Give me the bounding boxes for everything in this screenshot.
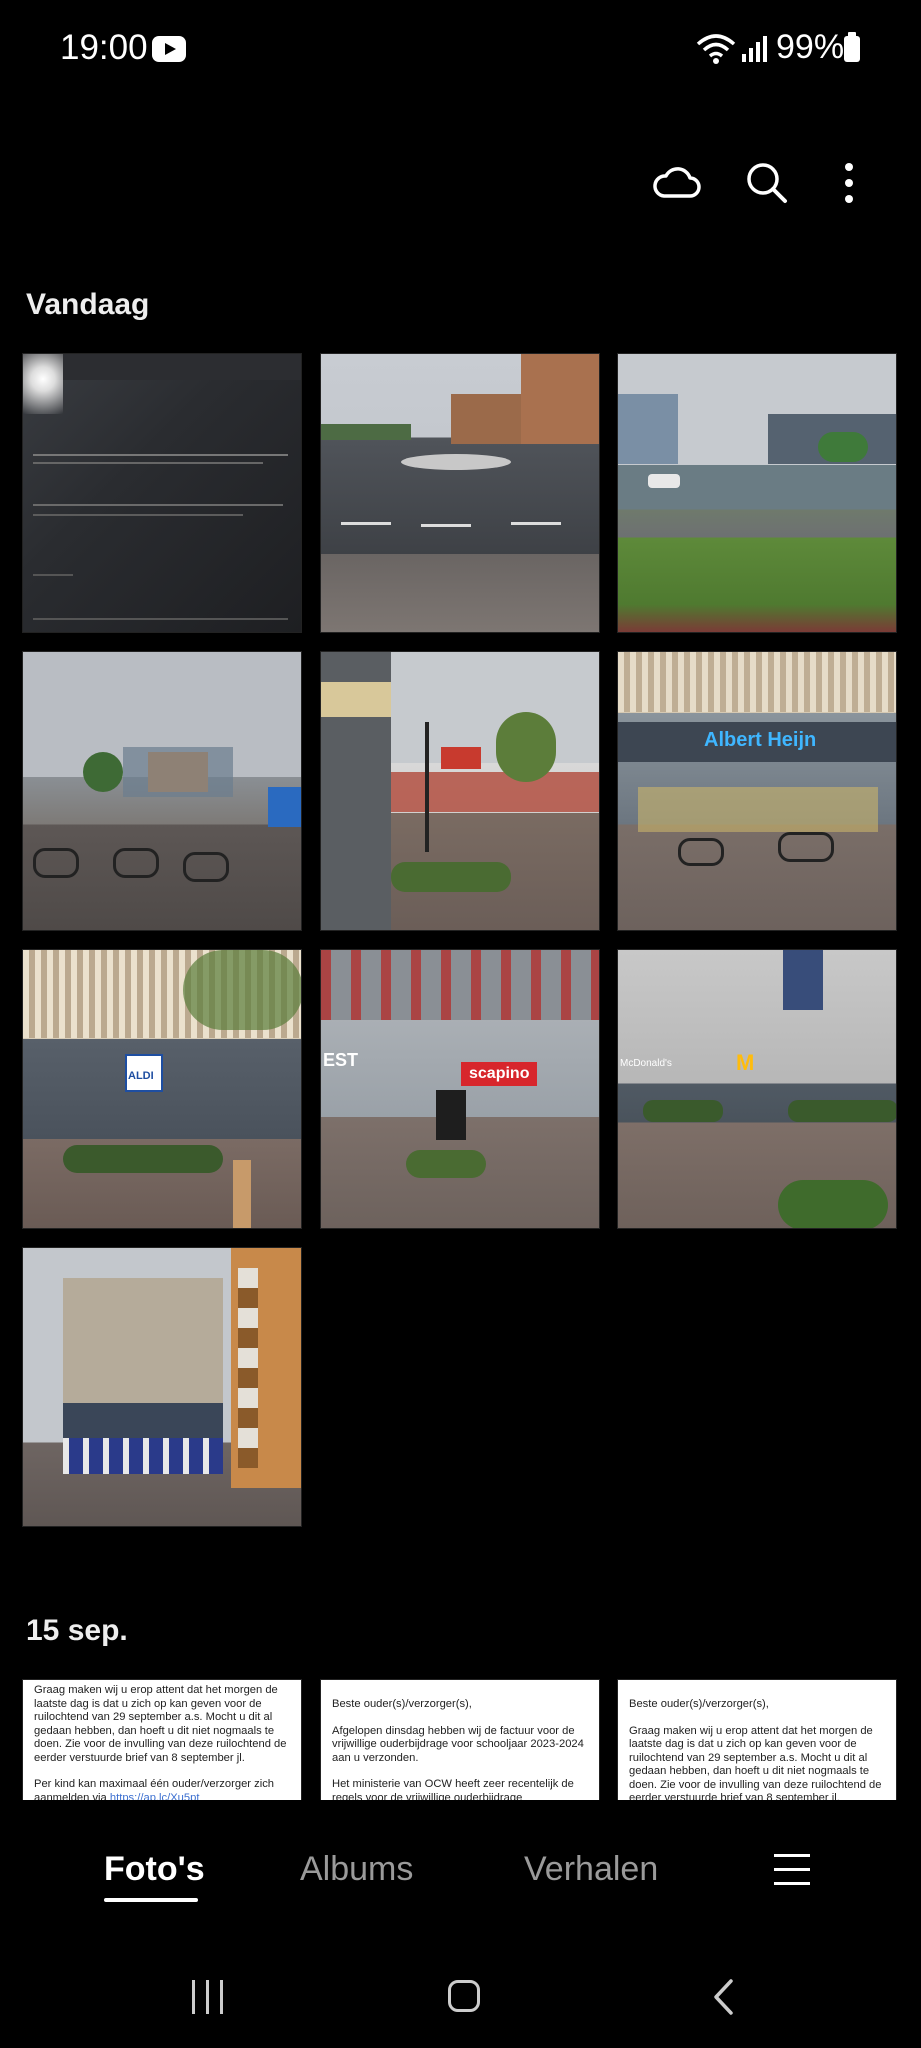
battery-icon (844, 32, 860, 62)
document-thumbnail[interactable]: Beste ouder(s)/verzorger(s), Graag maken… (617, 1679, 897, 1804)
tab-stories[interactable]: Verhalen (524, 1850, 658, 1889)
photo-thumbnail[interactable] (320, 353, 600, 633)
tab-photos[interactable]: Foto's (104, 1850, 205, 1889)
doc-text: Afgelopen dinsdag hebben wij de factuur … (332, 1724, 584, 1764)
photo-thumbnail[interactable] (617, 353, 897, 633)
search-icon[interactable] (742, 158, 792, 208)
more-options-icon[interactable] (834, 158, 864, 208)
back-button[interactable] (712, 1978, 734, 2016)
doc-text: Beste ouder(s)/verzorger(s), (332, 1698, 472, 1710)
scapino-sign: scapino (469, 1065, 530, 1082)
document-thumbnail[interactable]: Graag maken wij u erop attent dat het mo… (22, 1679, 302, 1804)
doc-text: Graag maken wij u erop attent dat het mo… (34, 1684, 287, 1764)
cloud-icon[interactable] (652, 158, 702, 208)
battery-percentage: 99% (776, 28, 845, 66)
photo-thumbnail[interactable]: ALDI (22, 949, 302, 1229)
photo-thumbnail[interactable]: Albert Heijn (617, 651, 897, 931)
mcdonalds-sign: McDonald's (620, 1058, 672, 1069)
youtube-notification-icon (152, 36, 186, 62)
photo-thumbnail[interactable]: EST scapino (320, 949, 600, 1229)
est-sign: EST (323, 1050, 359, 1070)
photo-thumbnail[interactable] (320, 651, 600, 931)
document-thumbnail[interactable]: Beste ouder(s)/verzorger(s), Afgelopen d… (320, 1679, 600, 1804)
aldi-sign: ALDI (128, 1070, 154, 1082)
active-tab-indicator (104, 1898, 198, 1902)
albert-heijn-sign: Albert Heijn (704, 729, 817, 751)
photo-thumbnail[interactable] (22, 1247, 302, 1527)
section-title-today: Vandaag (26, 288, 150, 321)
recent-apps-button[interactable] (190, 1980, 224, 2014)
doc-text: Graag maken wij u erop attent dat het mo… (629, 1724, 882, 1804)
doc-text: Beste ouder(s)/verzorger(s), (629, 1698, 769, 1710)
signal-icon (742, 36, 767, 62)
home-button[interactable] (448, 1980, 480, 2012)
photo-thumbnail[interactable]: McDonald's M (617, 949, 897, 1229)
status-time: 19:00 (60, 28, 148, 67)
section-title-15-sep: 15 sep. (26, 1614, 128, 1647)
tab-albums[interactable]: Albums (300, 1850, 413, 1889)
wifi-icon (696, 34, 736, 64)
photo-thumbnail[interactable] (22, 651, 302, 931)
photo-thumbnail[interactable] (22, 353, 302, 633)
menu-icon[interactable] (774, 1854, 810, 1886)
status-bar: 19:00 99% (0, 0, 921, 100)
